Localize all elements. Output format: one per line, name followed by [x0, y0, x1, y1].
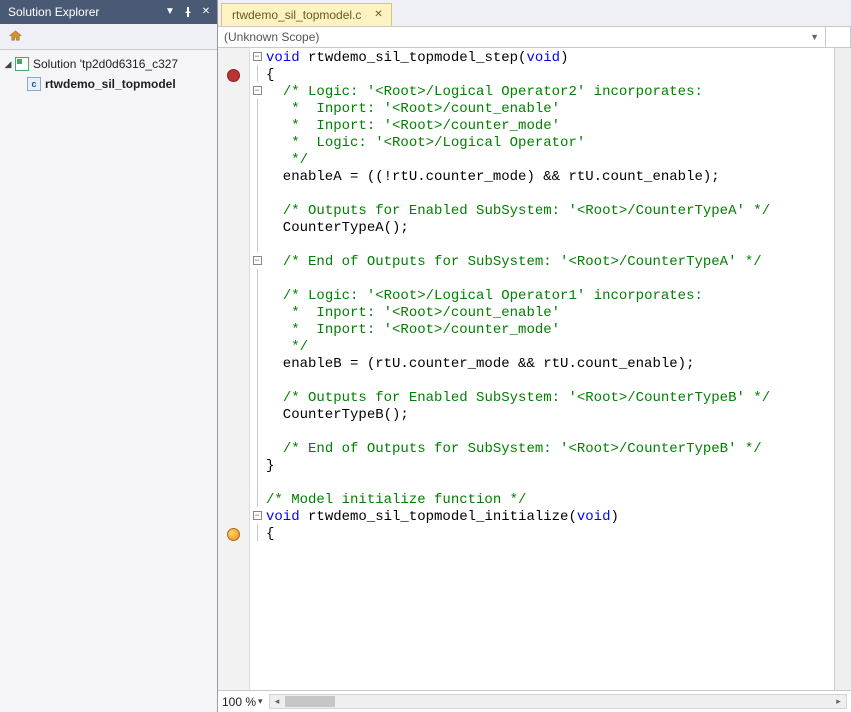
pin-icon[interactable]	[181, 5, 195, 19]
solution-node[interactable]: ◢ Solution 'tp2d0d6316_c327	[2, 54, 215, 74]
scope-bar: (Unknown Scope) ▼	[218, 26, 851, 48]
solution-tree[interactable]: ◢ Solution 'tp2d0d6316_c327 rtwdemo_sil_…	[0, 50, 217, 712]
code-line[interactable]: void rtwdemo_sil_topmodel_step(void)	[266, 50, 834, 67]
zoom-label: 100 %	[222, 695, 256, 709]
code-line[interactable]: * Inport: '<Root>/count_enable'	[266, 305, 834, 322]
code-line[interactable]: * Inport: '<Root>/counter_mode'	[266, 118, 834, 135]
code-line[interactable]: */	[266, 152, 834, 169]
conditional-breakpoint-icon[interactable]	[227, 528, 240, 541]
vertical-scrollbar[interactable]	[834, 48, 851, 690]
code-line[interactable]: void rtwdemo_sil_topmodel_initialize(voi…	[266, 509, 834, 526]
close-icon[interactable]: ✕	[199, 5, 213, 19]
code-line[interactable]	[266, 373, 834, 390]
solution-explorer-title: Solution Explorer	[8, 5, 159, 19]
code-line[interactable]	[266, 271, 834, 288]
code-line[interactable]: /* Outputs for Enabled SubSystem: '<Root…	[266, 390, 834, 407]
code-line[interactable]: {	[266, 526, 834, 543]
code-line[interactable]	[266, 186, 834, 203]
zoom-control[interactable]: 100 % ▾	[222, 695, 263, 709]
horizontal-scrollbar[interactable]: ◂ ▸	[269, 694, 847, 709]
code-line[interactable]: * Inport: '<Root>/counter_mode'	[266, 322, 834, 339]
dropdown-icon[interactable]: ▼	[163, 5, 177, 19]
code-line[interactable]: * Logic: '<Root>/Logical Operator'	[266, 135, 834, 152]
code-line[interactable]	[266, 237, 834, 254]
code-line[interactable]: /* End of Outputs for SubSystem: '<Root>…	[266, 441, 834, 458]
fold-gutter[interactable]: − − − −	[250, 48, 264, 690]
code-line[interactable]: /* Model initialize function */	[266, 492, 834, 509]
solution-explorer-toolbar	[0, 24, 217, 50]
breakpoint-icon[interactable]	[227, 69, 240, 82]
tab-label: rtwdemo_sil_topmodel.c	[232, 8, 361, 22]
code-line[interactable]: */	[266, 339, 834, 356]
file-label: rtwdemo_sil_topmodel	[45, 77, 176, 91]
member-dropdown[interactable]	[826, 27, 851, 47]
editor-tab[interactable]: rtwdemo_sil_topmodel.c ✕	[221, 3, 392, 26]
fold-toggle-icon[interactable]: −	[253, 511, 262, 520]
code-line[interactable]: enableB = (rtU.counter_mode && rtU.count…	[266, 356, 834, 373]
solution-explorer-pane: Solution Explorer ▼ ✕ ◢ Solution 'tp2d0d…	[0, 0, 218, 712]
chevron-down-icon: ▼	[810, 32, 819, 42]
editor-tabstrip: rtwdemo_sil_topmodel.c ✕	[218, 0, 851, 26]
code-line[interactable]: CounterTypeB();	[266, 407, 834, 424]
code-line[interactable]: /* Logic: '<Root>/Logical Operator2' inc…	[266, 84, 834, 101]
breakpoint-gutter[interactable]	[218, 48, 250, 690]
editor-statusbar: 100 % ▾ ◂ ▸	[218, 690, 851, 712]
tab-close-icon[interactable]: ✕	[371, 8, 385, 22]
chevron-down-icon: ▾	[258, 696, 263, 707]
scroll-left-icon[interactable]: ◂	[270, 695, 285, 708]
code-line[interactable]: {	[266, 67, 834, 84]
fold-toggle-icon[interactable]: −	[253, 256, 262, 265]
code-viewport: − − − − void rtwdemo_sil_topmodel_step(void…	[218, 48, 851, 690]
solution-explorer-header: Solution Explorer ▼ ✕	[0, 0, 217, 24]
code-line[interactable]: }	[266, 458, 834, 475]
fold-toggle-icon[interactable]: −	[253, 52, 262, 61]
code-line[interactable]	[266, 424, 834, 441]
solution-icon	[14, 57, 30, 71]
fold-toggle-icon[interactable]: −	[253, 86, 262, 95]
scope-dropdown[interactable]: (Unknown Scope) ▼	[218, 27, 826, 47]
code-line[interactable]: /* Logic: '<Root>/Logical Operator1' inc…	[266, 288, 834, 305]
scroll-thumb[interactable]	[285, 696, 335, 707]
file-node[interactable]: rtwdemo_sil_topmodel	[2, 74, 215, 94]
code-line[interactable]: CounterTypeA();	[266, 220, 834, 237]
code-line[interactable]: enableA = ((!rtU.counter_mode) && rtU.co…	[266, 169, 834, 186]
solution-label: Solution 'tp2d0d6316_c327	[33, 57, 178, 71]
code-line[interactable]: /* Outputs for Enabled SubSystem: '<Root…	[266, 203, 834, 220]
c-file-icon	[26, 77, 42, 91]
scope-label: (Unknown Scope)	[224, 30, 319, 44]
code-line[interactable]	[266, 475, 834, 492]
code-editor[interactable]: void rtwdemo_sil_topmodel_step(void){ /*…	[264, 48, 834, 690]
code-line[interactable]: /* End of Outputs for SubSystem: '<Root>…	[266, 254, 834, 271]
code-line[interactable]: * Inport: '<Root>/count_enable'	[266, 101, 834, 118]
editor-area: rtwdemo_sil_topmodel.c ✕ (Unknown Scope)…	[218, 0, 851, 712]
scroll-right-icon[interactable]: ▸	[831, 695, 846, 708]
collapse-icon[interactable]: ◢	[2, 59, 14, 70]
home-icon[interactable]	[4, 26, 26, 48]
